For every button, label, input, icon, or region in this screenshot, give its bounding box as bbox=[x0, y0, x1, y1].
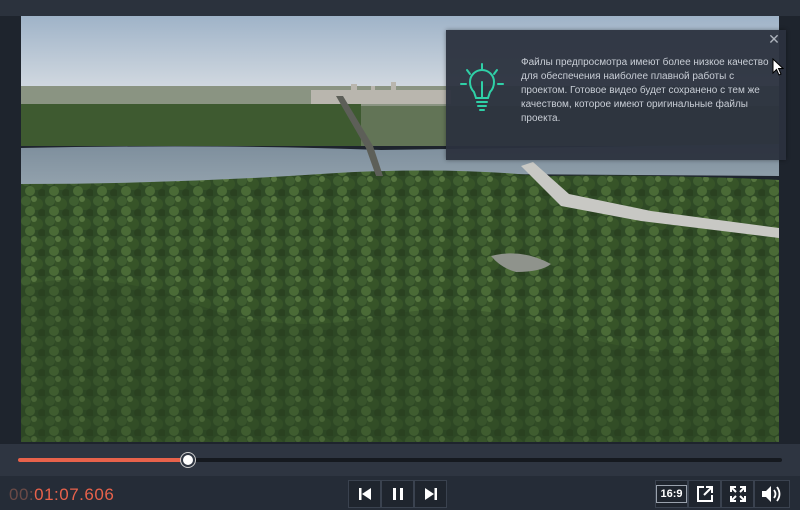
timecode: 00:01:07.606 bbox=[9, 485, 114, 505]
mouse-cursor-icon bbox=[772, 58, 784, 76]
close-icon[interactable]: ✕ bbox=[767, 32, 781, 46]
pause-button[interactable] bbox=[381, 480, 414, 508]
volume-icon bbox=[762, 486, 781, 502]
tooltip-text: Файлы предпросмотра имеют более низкое к… bbox=[521, 57, 769, 124]
pause-icon bbox=[392, 488, 403, 500]
fullscreen-button[interactable] bbox=[721, 480, 754, 508]
popout-button[interactable] bbox=[688, 480, 721, 508]
skip-forward-icon bbox=[424, 488, 437, 500]
preview-stage: Файлы предпросмотра имеют более низкое к… bbox=[0, 16, 800, 444]
progress-area bbox=[0, 444, 800, 476]
popout-icon bbox=[696, 486, 713, 502]
lightbulb-icon bbox=[460, 63, 504, 111]
fullscreen-icon bbox=[729, 486, 746, 502]
volume-button[interactable] bbox=[754, 480, 790, 508]
timecode-hours: 00: bbox=[9, 485, 35, 504]
seek-handle[interactable] bbox=[181, 453, 196, 467]
timecode-current: 01:07.606 bbox=[34, 485, 115, 504]
previous-button[interactable] bbox=[348, 480, 381, 508]
next-button[interactable] bbox=[414, 480, 447, 508]
top-bar bbox=[0, 0, 800, 16]
aspect-ratio-label: 16:9 bbox=[656, 485, 687, 503]
preview-quality-tooltip: Файлы предпросмотра имеют более низкое к… bbox=[446, 30, 786, 160]
skip-back-icon bbox=[358, 488, 371, 500]
player-controls: 00:01:07.606 16:9 bbox=[0, 476, 800, 510]
aspect-ratio-button[interactable]: 16:9 bbox=[655, 480, 688, 508]
seek-bar[interactable] bbox=[18, 453, 782, 467]
seek-bar-fill bbox=[18, 458, 189, 462]
